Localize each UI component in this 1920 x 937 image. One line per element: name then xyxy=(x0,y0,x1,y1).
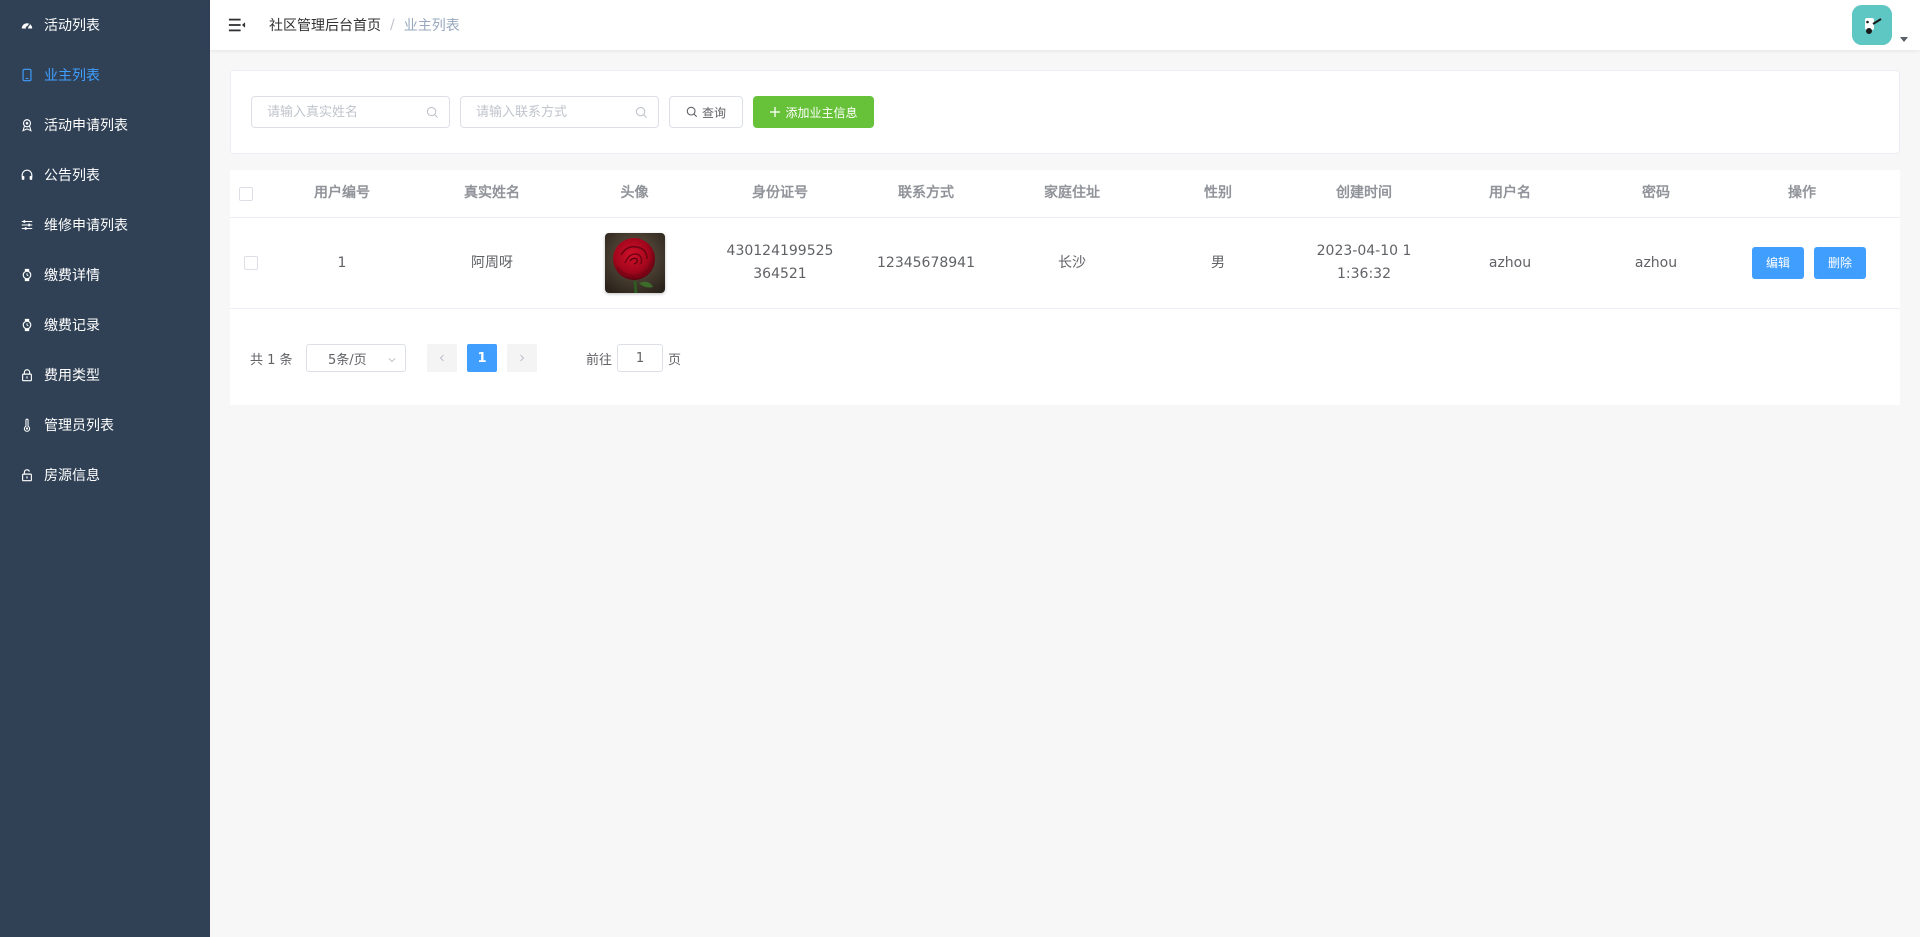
sidebar-item-announcement-list[interactable]: 公告列表 xyxy=(0,150,210,200)
sidebar-item-label: 维修申请列表 xyxy=(44,218,128,234)
add-owner-button[interactable]: 添加业主信息 xyxy=(753,96,874,128)
owner-table-panel: 用户编号 真实姓名 头像 身份证号 联系方式 家庭住址 性别 创建时间 用户名 … xyxy=(230,170,1900,405)
add-owner-button-label: 添加业主信息 xyxy=(785,105,858,120)
column-header-address[interactable]: 家庭住址 xyxy=(999,170,1145,217)
real-name-search-field[interactable] xyxy=(251,96,450,128)
top-navbar: 社区管理后台首页 / 业主列表 xyxy=(210,0,1920,50)
thermometer-icon xyxy=(20,418,34,432)
page-number-button[interactable]: 1 xyxy=(467,344,497,372)
cell-gender: 男 xyxy=(1211,254,1225,271)
column-header-contact[interactable]: 联系方式 xyxy=(853,170,999,217)
column-header-password[interactable]: 密码 xyxy=(1583,170,1729,217)
column-header-avatar[interactable]: 头像 xyxy=(562,170,707,217)
hamburger-menu-icon[interactable] xyxy=(227,15,247,35)
search-icon xyxy=(635,106,648,119)
chevron-right-icon xyxy=(520,354,525,362)
avatar[interactable] xyxy=(1852,5,1892,45)
dashboard-icon xyxy=(20,18,34,32)
sidebar-item-label: 缴费记录 xyxy=(44,318,100,334)
watch-icon xyxy=(20,318,34,332)
page-jump-input[interactable] xyxy=(617,344,664,372)
contact-search-field[interactable] xyxy=(460,96,659,128)
cell-real-name: 阿周呀 xyxy=(471,254,513,271)
page-jumper: 前往 页 xyxy=(586,344,681,372)
cell-created-time: 2023-04-10 11:36:32 xyxy=(1316,243,1412,282)
search-icon xyxy=(686,106,698,118)
cell-username: azhou xyxy=(1488,254,1532,271)
table-header: 用户编号 真实姓名 头像 身份证号 联系方式 家庭住址 性别 创建时间 用户名 … xyxy=(230,170,1900,218)
sidebar-item-owner-list[interactable]: 业主列表 xyxy=(0,50,210,100)
sidebar-item-label: 公告列表 xyxy=(44,168,100,184)
search-panel: 查询 添加业主信息 xyxy=(230,70,1900,154)
sidebar-item-label: 活动申请列表 xyxy=(44,118,128,134)
unlock-icon xyxy=(20,468,34,482)
cell-password: azhou xyxy=(1634,254,1678,271)
user-dropdown[interactable] xyxy=(1852,5,1908,45)
cell-contact: 12345678941 xyxy=(877,254,975,271)
sidebar-item-payment-records[interactable]: 缴费记录 xyxy=(0,300,210,350)
table-row[interactable]: 1 阿周呀 430124199525364521 12345678941 长沙 … xyxy=(230,218,1900,309)
breadcrumb-separator: / xyxy=(390,17,395,33)
sidebar-item-label: 管理员列表 xyxy=(44,418,114,434)
column-header-real-name[interactable]: 真实姓名 xyxy=(422,170,562,217)
sidebar-item-activity-application-list[interactable]: 活动申请列表 xyxy=(0,100,210,150)
select-all-checkbox[interactable] xyxy=(239,186,253,201)
sidebar-item-label: 活动列表 xyxy=(44,18,100,34)
cell-actions: 编辑 删除 xyxy=(1729,218,1889,308)
watch-icon xyxy=(20,268,34,282)
breadcrumb-home-link[interactable]: 社区管理后台首页 xyxy=(269,15,381,35)
column-header-id-card[interactable]: 身份证号 xyxy=(707,170,853,217)
sidebar-item-payment-details[interactable]: 缴费详情 xyxy=(0,250,210,300)
sidebar-item-label: 费用类型 xyxy=(44,368,100,384)
pagination-total: 共 1 条 xyxy=(250,352,293,368)
column-header-id[interactable]: 用户编号 xyxy=(262,170,422,217)
cell-address: 长沙 xyxy=(1058,254,1086,271)
cell-id-card: 430124199525364521 xyxy=(726,243,834,282)
row-checkbox[interactable] xyxy=(244,256,258,270)
sliders-icon xyxy=(20,218,34,232)
prev-page-button[interactable] xyxy=(427,344,457,372)
plus-icon xyxy=(769,106,781,118)
page-size-value: 5条/页 xyxy=(328,352,367,368)
cell-id: 1 xyxy=(337,254,347,271)
sidebar-item-admin-list[interactable]: 管理员列表 xyxy=(0,400,210,450)
page-jumper-suffix: 页 xyxy=(668,352,682,368)
column-header-username[interactable]: 用户名 xyxy=(1437,170,1583,217)
chevron-down-icon xyxy=(387,354,397,369)
contact-search-input[interactable] xyxy=(461,97,658,127)
header-select-cell xyxy=(230,170,262,217)
breadcrumb-current: 业主列表 xyxy=(403,18,460,34)
chevron-left-icon xyxy=(439,354,444,362)
next-page-button[interactable] xyxy=(507,344,537,372)
sidebar-item-label: 业主列表 xyxy=(44,68,100,84)
edit-button[interactable]: 编辑 xyxy=(1751,247,1804,279)
sidebar-item-repair-application-list[interactable]: 维修申请列表 xyxy=(0,200,210,250)
medal-icon xyxy=(20,118,34,132)
sidebar-item-activity-list[interactable]: 活动列表 xyxy=(0,0,210,50)
sidebar-item-label: 缴费详情 xyxy=(44,268,100,284)
page-size-select[interactable]: 5条/页 xyxy=(306,344,406,372)
owner-avatar-image xyxy=(604,233,665,293)
breadcrumb: 社区管理后台首页 / 业主列表 xyxy=(269,15,460,35)
column-header-actions[interactable]: 操作 xyxy=(1729,170,1875,217)
column-header-created-time[interactable]: 创建时间 xyxy=(1291,170,1437,217)
sidebar-item-label: 房源信息 xyxy=(44,468,100,484)
real-name-search-input[interactable] xyxy=(252,97,449,127)
tablet-icon xyxy=(20,68,34,82)
headset-icon xyxy=(20,168,34,182)
pagination: 共 1 条 5条/页 1 前往 页 xyxy=(250,344,850,372)
sidebar-item-housing-info[interactable]: 房源信息 xyxy=(0,450,210,500)
lock-icon xyxy=(20,368,34,382)
query-button-label: 查询 xyxy=(701,105,726,120)
page-jumper-prefix: 前往 xyxy=(586,352,613,368)
sidebar-item-fee-types[interactable]: 费用类型 xyxy=(0,350,210,400)
query-button[interactable]: 查询 xyxy=(669,96,743,128)
sidebar: 活动列表 业主列表 活动申请列表 公告列表 维修申请列表 缴费详情 缴费记录 费… xyxy=(0,0,210,937)
cell-avatar xyxy=(562,218,707,308)
delete-button[interactable]: 删除 xyxy=(1814,247,1867,279)
caret-down-icon[interactable] xyxy=(1900,37,1908,42)
column-header-gender[interactable]: 性别 xyxy=(1145,170,1291,217)
search-icon xyxy=(426,106,439,119)
